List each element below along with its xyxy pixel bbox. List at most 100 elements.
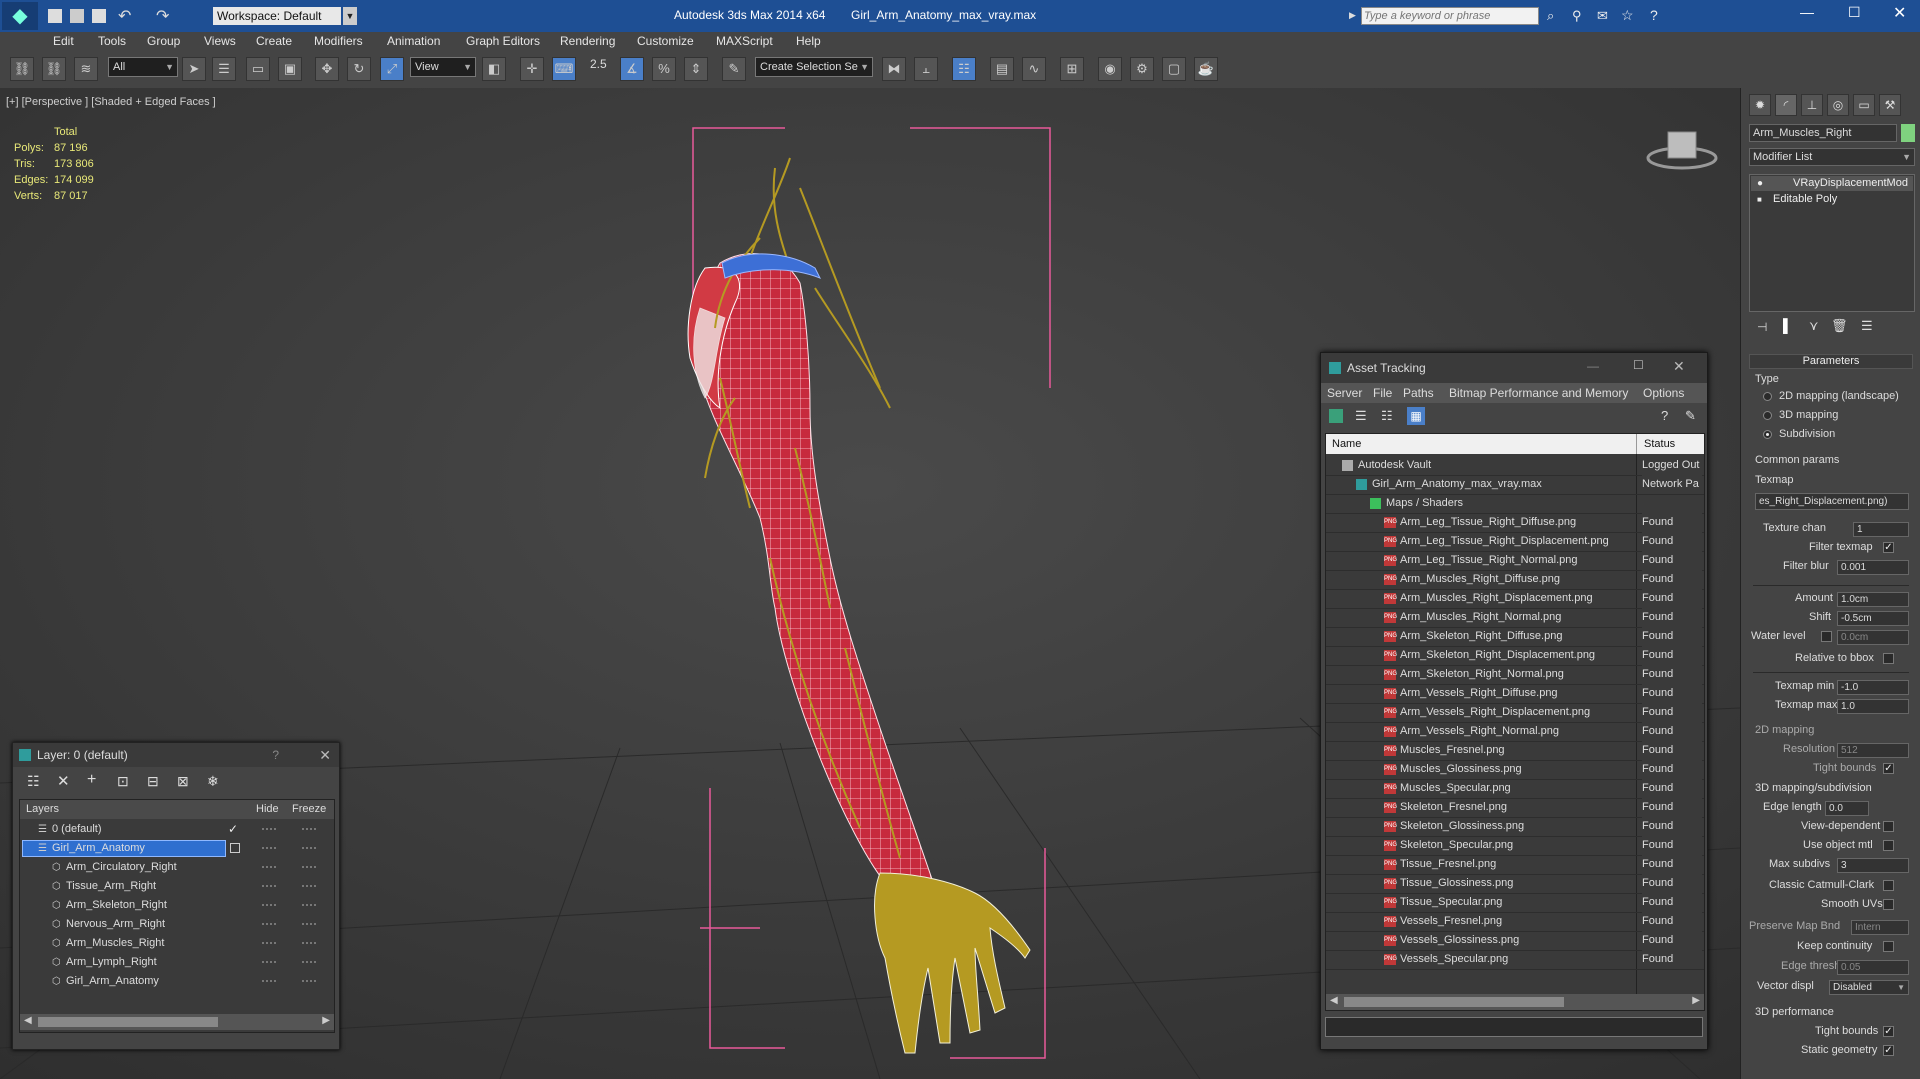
- layer-window-titlebar[interactable]: Layer: 0 (default) ? ✕: [13, 743, 339, 767]
- select-and-link-icon[interactable]: ⛓: [10, 57, 34, 81]
- asset-row[interactable]: Girl_Arm_Anatomy_max_vray.max Network Pa: [1326, 475, 1704, 495]
- quick-access-save-icon[interactable]: [92, 9, 106, 23]
- asset-row[interactable]: PNG Arm_Vessels_Right_Diffuse.png Found: [1326, 684, 1704, 704]
- hide-toggle-icon[interactable]: [262, 980, 276, 984]
- create-layer-icon[interactable]: ☷: [27, 773, 40, 790]
- asset-row[interactable]: PNG Arm_Muscles_Right_Normal.png Found: [1326, 608, 1704, 628]
- asset-menu-server[interactable]: Server: [1327, 386, 1362, 400]
- column-name[interactable]: Name: [1332, 434, 1361, 454]
- delete-layer-icon[interactable]: ✕: [57, 772, 70, 790]
- edge-thresh-spinner[interactable]: 0.05: [1837, 960, 1909, 975]
- relative-bbox-checkbox[interactable]: [1883, 653, 1894, 664]
- asset-row[interactable]: PNG Arm_Muscles_Right_Displacement.png Fou…: [1326, 589, 1704, 609]
- hide-toggle-icon[interactable]: [262, 866, 276, 870]
- asset-menu-file[interactable]: File: [1373, 386, 1392, 400]
- asset-row[interactable]: PNG Muscles_Specular.png Found: [1326, 779, 1704, 799]
- water-level-checkbox[interactable]: [1821, 631, 1832, 642]
- freeze-toggle-icon[interactable]: [302, 904, 316, 908]
- asset-tracking-window[interactable]: Asset Tracking — ☐ ✕ Server File Paths B…: [1320, 352, 1708, 1050]
- hide-toggle-icon[interactable]: [262, 923, 276, 927]
- hide-all-layers-icon[interactable]: ⊠: [177, 773, 189, 790]
- use-object-mtl-checkbox[interactable]: [1883, 840, 1894, 851]
- select-by-name-icon[interactable]: ☰: [212, 57, 236, 81]
- binoculars-icon[interactable]: ⌕: [1547, 8, 1554, 24]
- texture-chan-spinner[interactable]: 1: [1853, 522, 1909, 537]
- asset-horizontal-scrollbar[interactable]: ◀ ▶: [1326, 994, 1704, 1010]
- configure-modifier-sets-icon[interactable]: ☰: [1861, 318, 1873, 334]
- asset-row[interactable]: PNG Arm_Leg_Tissue_Right_Diffuse.png Found: [1326, 513, 1704, 533]
- search-input[interactable]: [1361, 7, 1539, 25]
- viewport-label[interactable]: [+] [Perspective ] [Shaded + Edged Faces…: [6, 96, 216, 108]
- hide-toggle-icon[interactable]: [262, 828, 276, 832]
- amount-spinner[interactable]: 1.0cm: [1837, 592, 1909, 607]
- menu-group[interactable]: Group: [147, 34, 180, 48]
- named-selection-set-dropdown[interactable]: Create Selection Se ▼: [755, 57, 873, 77]
- preserve-map-dropdown[interactable]: Intern: [1851, 920, 1909, 935]
- menu-maxscript[interactable]: MAXScript: [716, 34, 773, 48]
- align-icon[interactable]: ⫠: [914, 57, 938, 81]
- maximize-window-icon[interactable]: ☐: [1848, 4, 1861, 21]
- tight-bounds-perf-checkbox[interactable]: ✓: [1883, 1026, 1894, 1037]
- hierarchy-tab-icon[interactable]: ⊥: [1801, 94, 1823, 116]
- asset-row[interactable]: PNG Vessels_Glossiness.png Found: [1326, 931, 1704, 951]
- asset-path-field[interactable]: [1325, 1017, 1703, 1037]
- add-to-layer-icon[interactable]: +: [87, 771, 96, 789]
- scroll-thumb[interactable]: [38, 1017, 218, 1027]
- parameters-rollout[interactable]: Parameters: [1749, 354, 1913, 369]
- freeze-toggle-icon[interactable]: [302, 866, 316, 870]
- highlight-layer-icon[interactable]: ⊟: [147, 773, 159, 790]
- asset-menu-paths[interactable]: Paths: [1403, 386, 1434, 400]
- asset-row[interactable]: PNG Tissue_Fresnel.png Found: [1326, 855, 1704, 875]
- quick-access-new-icon[interactable]: [48, 9, 62, 23]
- static-geometry-checkbox[interactable]: ✓: [1883, 1045, 1894, 1056]
- water-level-spinner[interactable]: 0.0cm: [1837, 630, 1909, 645]
- layer-row[interactable]: ⬡ Nervous_Arm_Right: [20, 915, 334, 934]
- asset-row[interactable]: PNG Muscles_Fresnel.png Found: [1326, 741, 1704, 761]
- asset-tool-icon[interactable]: ✎: [1685, 408, 1696, 424]
- asset-row[interactable]: PNG Arm_Skeleton_Right_Diffuse.png Found: [1326, 627, 1704, 647]
- list-view-icon[interactable]: ☰: [1355, 408, 1367, 424]
- freeze-toggle-icon[interactable]: [302, 885, 316, 889]
- asset-row[interactable]: PNG Skeleton_Specular.png Found: [1326, 836, 1704, 856]
- keyboard-shortcut-override-icon[interactable]: ⌨: [552, 57, 576, 81]
- column-status[interactable]: Status: [1644, 434, 1675, 454]
- menu-graph-editors[interactable]: Graph Editors: [466, 34, 540, 48]
- asset-row[interactable]: PNG Arm_Leg_Tissue_Right_Displacement.png…: [1326, 532, 1704, 552]
- asset-row[interactable]: PNG Arm_Vessels_Right_Normal.png Found: [1326, 722, 1704, 742]
- layer-manager-icon[interactable]: ☷: [952, 57, 976, 81]
- display-tab-icon[interactable]: ▭: [1853, 94, 1875, 116]
- graphite-toolset-icon[interactable]: ▤: [990, 57, 1014, 81]
- asset-row[interactable]: PNG Arm_Vessels_Right_Displacement.png Fou…: [1326, 703, 1704, 723]
- select-object-icon[interactable]: ➤: [182, 57, 206, 81]
- layer-row[interactable]: ⬡ Arm_Skeleton_Right: [20, 896, 334, 915]
- tree-view-icon[interactable]: ☷: [1381, 408, 1393, 424]
- layer-manager-window[interactable]: Layer: 0 (default) ? ✕ ☷ ✕ + ⊡ ⊟ ⊠ ❄ Lay…: [12, 742, 340, 1050]
- light-bulb-icon[interactable]: ●: [1757, 176, 1763, 191]
- modifier-list-dropdown[interactable]: Modifier List ▼: [1749, 148, 1915, 166]
- asset-window-titlebar[interactable]: Asset Tracking — ☐ ✕: [1321, 353, 1707, 383]
- hide-toggle-icon[interactable]: [262, 904, 276, 908]
- scroll-right-icon[interactable]: ▶: [1692, 995, 1700, 1006]
- scroll-thumb[interactable]: [1344, 997, 1564, 1007]
- asset-row[interactable]: PNG Vessels_Fresnel.png Found: [1326, 912, 1704, 932]
- mirror-icon[interactable]: ⧓: [882, 57, 906, 81]
- freeze-toggle-icon[interactable]: [302, 980, 316, 984]
- smooth-uvs-checkbox[interactable]: [1883, 899, 1894, 910]
- menu-tools[interactable]: Tools: [98, 34, 126, 48]
- hide-toggle-icon[interactable]: [262, 847, 276, 851]
- asset-row[interactable]: PNG Vessels_Specular.png Found: [1326, 950, 1704, 970]
- create-tab-icon[interactable]: ✹: [1749, 94, 1771, 116]
- app-logo-icon[interactable]: ◆: [2, 2, 38, 30]
- window-crossing-icon[interactable]: ▣: [278, 57, 302, 81]
- asset-row[interactable]: PNG Arm_Skeleton_Right_Normal.png Found: [1326, 665, 1704, 685]
- radio-subdivision[interactable]: [1763, 430, 1772, 439]
- asset-row[interactable]: PNG Muscles_Glossiness.png Found: [1326, 760, 1704, 780]
- show-end-result-icon[interactable]: ▌: [1783, 318, 1792, 333]
- asset-menu-bitmap[interactable]: Bitmap Performance and Memory: [1449, 386, 1628, 400]
- freeze-toggle-icon[interactable]: [302, 847, 316, 851]
- render-setup-icon[interactable]: ⚙: [1130, 57, 1154, 81]
- minimize-icon[interactable]: —: [1587, 359, 1599, 373]
- subscription-icon[interactable]: ⚲: [1572, 8, 1582, 24]
- radio-3d-mapping[interactable]: [1763, 411, 1772, 420]
- vector-displ-dropdown[interactable]: Disabled ▼: [1829, 980, 1909, 995]
